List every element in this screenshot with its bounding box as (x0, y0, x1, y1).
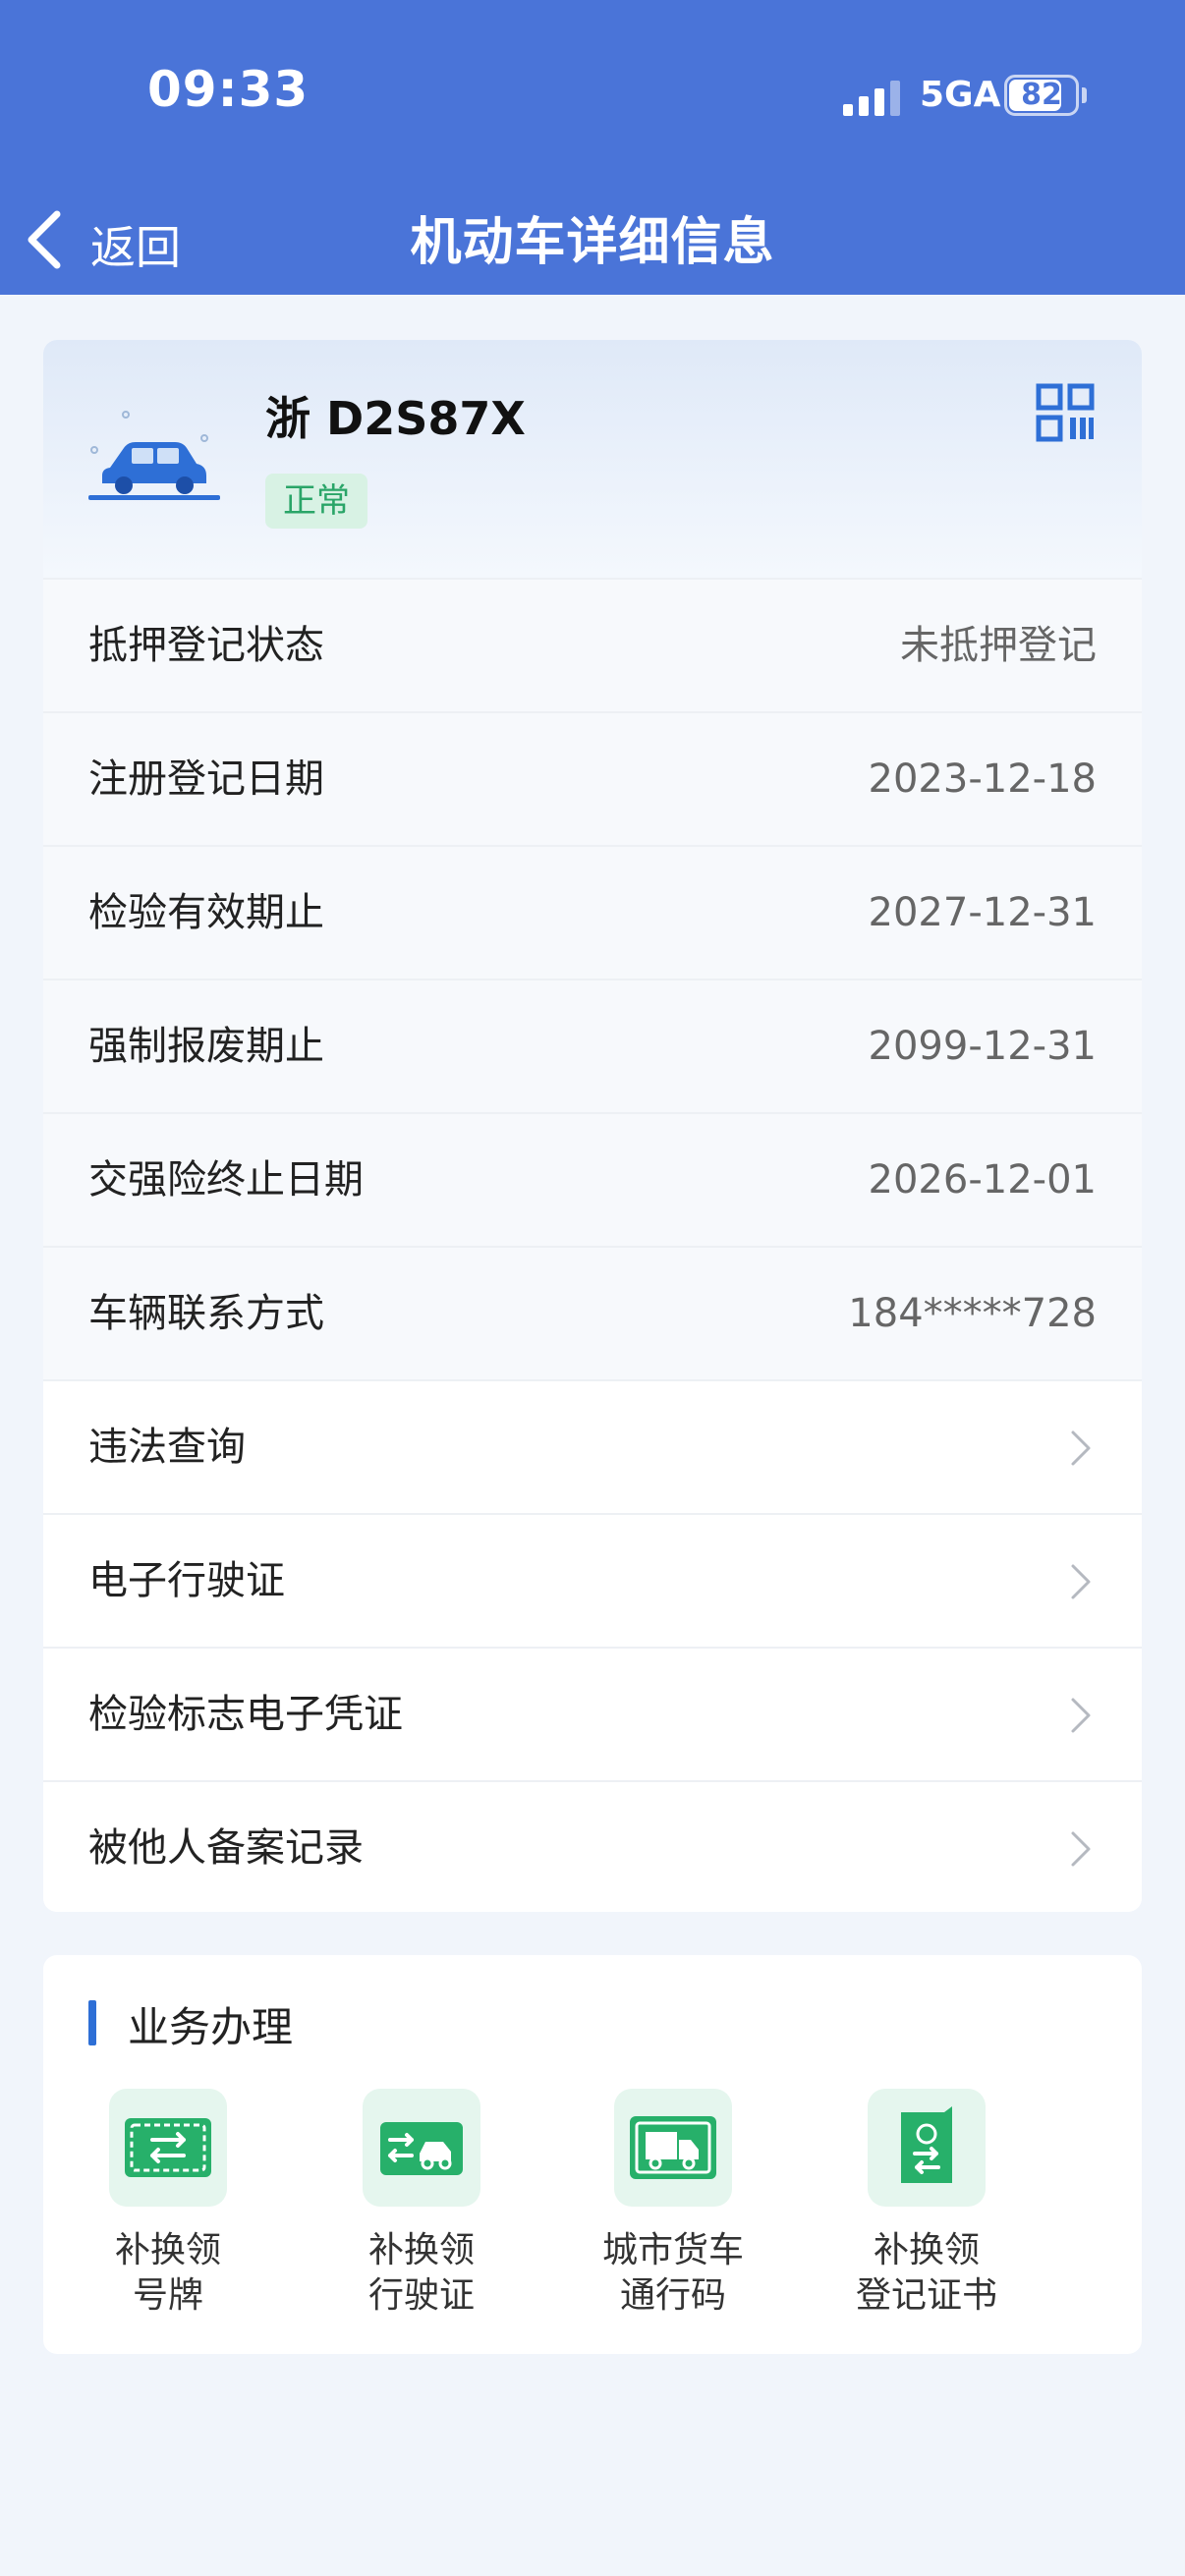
services-section: 业务办理 补换领 号牌 补换领 行驶证 城市货车 通行码 补换领 登记证书 (43, 1955, 1142, 2354)
info-row-mortgage: 抵押登记状态 未抵押登记 (43, 578, 1142, 711)
chevron-right-icon (1071, 1564, 1091, 1599)
service-label-line2: 号牌 (132, 2275, 203, 2316)
row-label: 违法查询 (88, 1425, 246, 1470)
link-row-inspection-certificate[interactable]: 检验标志电子凭证 (43, 1647, 1142, 1780)
service-plate-exchange[interactable]: 补换领 号牌 (65, 2089, 271, 2324)
section-title: 业务办理 (128, 2003, 294, 2051)
row-value: 未抵押登记 (900, 623, 1097, 668)
qr-code-icon[interactable] (1036, 383, 1095, 442)
link-row-filing-records[interactable]: 被他人备案记录 (43, 1780, 1142, 1912)
service-label-line1: 城市货车 (601, 2230, 744, 2270)
info-list: 抵押登记状态 未抵押登记 注册登记日期 2023-12-18 检验有效期止 20… (43, 578, 1142, 1912)
row-value: 184*****728 (848, 1291, 1097, 1336)
service-label: 补换领 登记证书 (823, 2228, 1030, 2319)
service-certificate-exchange[interactable]: 补换领 登记证书 (823, 2089, 1030, 2324)
car-icon (88, 411, 220, 500)
row-label: 检验有效期止 (88, 890, 324, 935)
info-row-registration-date: 注册登记日期 2023-12-18 (43, 711, 1142, 845)
service-label-line2: 行驶证 (367, 2275, 475, 2316)
info-row-contact: 车辆联系方式 184*****728 (43, 1246, 1142, 1379)
row-value: 2027-12-31 (868, 890, 1097, 935)
nav-bar: 返回 机动车详细信息 (0, 187, 1185, 295)
service-truck-pass[interactable]: 城市货车 通行码 (570, 2089, 776, 2324)
row-label: 注册登记日期 (88, 756, 324, 802)
status-time: 09:33 (147, 61, 310, 118)
service-label-line1: 补换领 (873, 2230, 980, 2270)
row-label: 被他人备案记录 (88, 1825, 364, 1871)
service-label: 城市货车 通行码 (570, 2228, 776, 2319)
info-row-scrap-deadline: 强制报废期止 2099-12-31 (43, 979, 1142, 1112)
status-bar: 09:33 5GA 82 (0, 0, 1185, 187)
vehicle-header: 浙 D2S87X 正常 (43, 340, 1142, 578)
plate-exchange-icon (109, 2089, 227, 2207)
vehicle-card: 浙 D2S87X 正常 抵押登记状态 未抵押登记 注册登记日期 2023-12-… (43, 340, 1142, 1912)
service-label-line1: 补换领 (367, 2230, 475, 2270)
chevron-right-icon (1071, 1698, 1091, 1733)
network-type: 5GA (920, 75, 1001, 115)
service-label-line2: 登记证书 (855, 2275, 997, 2316)
service-label-line1: 补换领 (114, 2230, 221, 2270)
app-header: 09:33 5GA 82 返回 机动车详细信息 (0, 0, 1185, 295)
service-license-exchange[interactable]: 补换领 行驶证 (318, 2089, 525, 2324)
row-label: 电子行驶证 (88, 1558, 285, 1603)
row-label: 抵押登记状态 (88, 623, 324, 668)
status-badge: 正常 (265, 474, 367, 529)
battery-level: 82 (1021, 78, 1062, 112)
signal-icon (843, 81, 900, 116)
row-label: 强制报废期止 (88, 1024, 324, 1069)
service-label: 补换领 行驶证 (318, 2228, 525, 2319)
chevron-right-icon (1071, 1831, 1091, 1867)
row-value: 2099-12-31 (868, 1024, 1097, 1069)
service-label-line2: 通行码 (619, 2275, 726, 2316)
info-row-inspection-expiry: 检验有效期止 2027-12-31 (43, 845, 1142, 979)
license-exchange-icon (363, 2089, 480, 2207)
service-label: 补换领 号牌 (65, 2228, 271, 2319)
row-label: 交强险终止日期 (88, 1157, 364, 1203)
link-row-e-license[interactable]: 电子行驶证 (43, 1513, 1142, 1647)
page-title: 机动车详细信息 (410, 213, 775, 272)
section-accent-bar (88, 2000, 96, 2045)
link-row-violations[interactable]: 违法查询 (43, 1379, 1142, 1513)
chevron-right-icon (1071, 1430, 1091, 1466)
row-label: 检验标志电子凭证 (88, 1692, 403, 1737)
row-value: 2023-12-18 (868, 756, 1097, 802)
info-row-insurance-expiry: 交强险终止日期 2026-12-01 (43, 1112, 1142, 1246)
battery-icon: 82 (1004, 75, 1079, 116)
row-value: 2026-12-01 (868, 1157, 1097, 1203)
truck-pass-icon (614, 2089, 732, 2207)
certificate-exchange-icon (868, 2089, 986, 2207)
row-label: 车辆联系方式 (88, 1291, 324, 1336)
plate-number: 浙 D2S87X (265, 392, 526, 445)
